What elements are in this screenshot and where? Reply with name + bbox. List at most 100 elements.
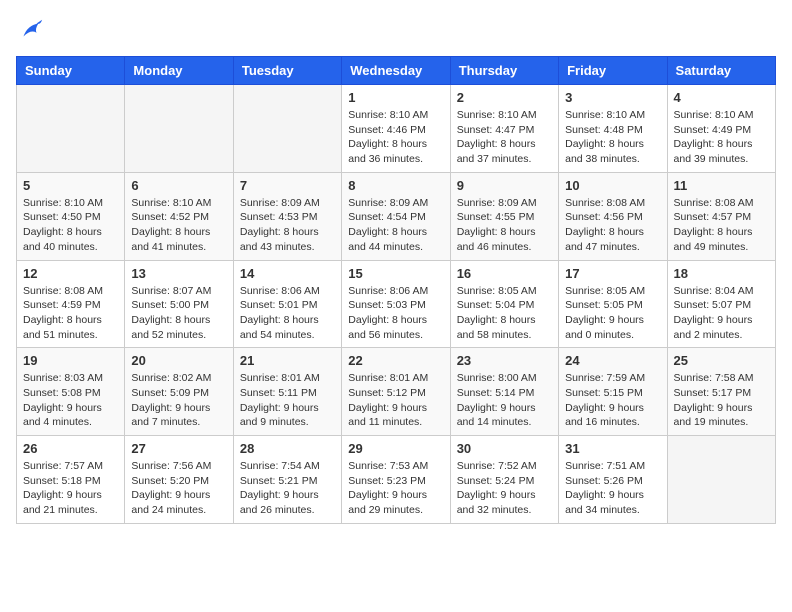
day-info: Sunrise: 8:03 AM Sunset: 5:08 PM Dayligh…	[23, 371, 118, 430]
day-info: Sunrise: 8:10 AM Sunset: 4:47 PM Dayligh…	[457, 108, 552, 167]
calendar-weekday: Tuesday	[233, 57, 341, 85]
calendar-day-cell: 10Sunrise: 8:08 AM Sunset: 4:56 PM Dayli…	[559, 172, 667, 260]
calendar-week-row: 1Sunrise: 8:10 AM Sunset: 4:46 PM Daylig…	[17, 85, 776, 173]
calendar-day-cell: 1Sunrise: 8:10 AM Sunset: 4:46 PM Daylig…	[342, 85, 450, 173]
day-number: 14	[240, 266, 335, 281]
day-info: Sunrise: 7:51 AM Sunset: 5:26 PM Dayligh…	[565, 459, 660, 518]
day-info: Sunrise: 8:05 AM Sunset: 5:05 PM Dayligh…	[565, 284, 660, 343]
day-number: 31	[565, 441, 660, 456]
day-info: Sunrise: 8:10 AM Sunset: 4:48 PM Dayligh…	[565, 108, 660, 167]
day-number: 13	[131, 266, 226, 281]
day-info: Sunrise: 7:59 AM Sunset: 5:15 PM Dayligh…	[565, 371, 660, 430]
calendar-day-cell: 7Sunrise: 8:09 AM Sunset: 4:53 PM Daylig…	[233, 172, 341, 260]
calendar-week-row: 12 Sunrise: 8:08 AM Sunset: 4:59 PM Dayli…	[17, 260, 776, 348]
day-number: 12	[23, 266, 118, 281]
day-info: Sunrise: 8:10 AM Sunset: 4:50 PM Dayligh…	[23, 196, 118, 255]
calendar-day-cell: 28 Sunrise: 7:54 AM Sunset: 5:21 PM Dayli…	[233, 436, 341, 524]
calendar-day-cell: 26 Sunrise: 7:57 AM Sunset: 5:18 PM Dayli…	[17, 436, 125, 524]
calendar-day-cell: 12 Sunrise: 8:08 AM Sunset: 4:59 PM Dayli…	[17, 260, 125, 348]
day-number: 6	[131, 178, 226, 193]
day-info: Sunrise: 8:04 AM Sunset: 5:07 PM Dayligh…	[674, 284, 769, 343]
day-number: 11	[674, 178, 769, 193]
calendar-day-cell: 24 Sunrise: 7:59 AM Sunset: 5:15 PM Dayli…	[559, 348, 667, 436]
day-info: Sunrise: 7:57 AM Sunset: 5:18 PM Dayligh…	[23, 459, 118, 518]
calendar-day-cell: 9 Sunrise: 8:09 AM Sunset: 4:55 PM Daylig…	[450, 172, 558, 260]
day-info: Sunrise: 8:01 AM Sunset: 5:12 PM Dayligh…	[348, 371, 443, 430]
calendar-body: 1Sunrise: 8:10 AM Sunset: 4:46 PM Daylig…	[17, 85, 776, 524]
calendar-day-cell: 17 Sunrise: 8:05 AM Sunset: 5:05 PM Dayli…	[559, 260, 667, 348]
day-info: Sunrise: 7:58 AM Sunset: 5:17 PM Dayligh…	[674, 371, 769, 430]
day-number: 5	[23, 178, 118, 193]
calendar-day-cell: 31 Sunrise: 7:51 AM Sunset: 5:26 PM Dayli…	[559, 436, 667, 524]
calendar-week-row: 26 Sunrise: 7:57 AM Sunset: 5:18 PM Dayli…	[17, 436, 776, 524]
day-info: Sunrise: 8:10 AM Sunset: 4:52 PM Dayligh…	[131, 196, 226, 255]
calendar-day-cell: 25 Sunrise: 7:58 AM Sunset: 5:17 PM Dayli…	[667, 348, 775, 436]
day-number: 24	[565, 353, 660, 368]
day-info: Sunrise: 8:10 AM Sunset: 4:46 PM Dayligh…	[348, 108, 443, 167]
day-info: Sunrise: 8:07 AM Sunset: 5:00 PM Dayligh…	[131, 284, 226, 343]
day-info: Sunrise: 7:52 AM Sunset: 5:24 PM Dayligh…	[457, 459, 552, 518]
calendar-day-cell: 15 Sunrise: 8:06 AM Sunset: 5:03 PM Dayli…	[342, 260, 450, 348]
logo-icon	[16, 16, 44, 44]
day-info: Sunrise: 7:54 AM Sunset: 5:21 PM Dayligh…	[240, 459, 335, 518]
day-number: 19	[23, 353, 118, 368]
day-info: Sunrise: 8:09 AM Sunset: 4:54 PM Dayligh…	[348, 196, 443, 255]
day-info: Sunrise: 8:06 AM Sunset: 5:03 PM Dayligh…	[348, 284, 443, 343]
day-info: Sunrise: 7:53 AM Sunset: 5:23 PM Dayligh…	[348, 459, 443, 518]
day-number: 28	[240, 441, 335, 456]
day-number: 29	[348, 441, 443, 456]
day-number: 4	[674, 90, 769, 105]
day-number: 17	[565, 266, 660, 281]
day-number: 7	[240, 178, 335, 193]
calendar-week-row: 5 Sunrise: 8:10 AM Sunset: 4:50 PM Daylig…	[17, 172, 776, 260]
day-number: 2	[457, 90, 552, 105]
calendar-weekday: Sunday	[17, 57, 125, 85]
day-number: 22	[348, 353, 443, 368]
calendar-day-cell: 27Sunrise: 7:56 AM Sunset: 5:20 PM Dayli…	[125, 436, 233, 524]
calendar-day-cell: 23Sunrise: 8:00 AM Sunset: 5:14 PM Dayli…	[450, 348, 558, 436]
calendar-weekday: Saturday	[667, 57, 775, 85]
calendar-day-cell: 2 Sunrise: 8:10 AM Sunset: 4:47 PM Daylig…	[450, 85, 558, 173]
day-info: Sunrise: 8:08 AM Sunset: 4:59 PM Dayligh…	[23, 284, 118, 343]
logo	[16, 16, 48, 44]
day-info: Sunrise: 8:08 AM Sunset: 4:57 PM Dayligh…	[674, 196, 769, 255]
day-number: 10	[565, 178, 660, 193]
calendar-day-cell: 5 Sunrise: 8:10 AM Sunset: 4:50 PM Daylig…	[17, 172, 125, 260]
page-header	[16, 16, 776, 44]
day-number: 26	[23, 441, 118, 456]
day-info: Sunrise: 8:10 AM Sunset: 4:49 PM Dayligh…	[674, 108, 769, 167]
day-number: 20	[131, 353, 226, 368]
day-info: Sunrise: 8:02 AM Sunset: 5:09 PM Dayligh…	[131, 371, 226, 430]
calendar-weekday: Monday	[125, 57, 233, 85]
calendar-day-cell: 6 Sunrise: 8:10 AM Sunset: 4:52 PM Daylig…	[125, 172, 233, 260]
day-number: 25	[674, 353, 769, 368]
calendar-day-cell: 13 Sunrise: 8:07 AM Sunset: 5:00 PM Dayli…	[125, 260, 233, 348]
day-info: Sunrise: 8:00 AM Sunset: 5:14 PM Dayligh…	[457, 371, 552, 430]
day-info: Sunrise: 7:56 AM Sunset: 5:20 PM Dayligh…	[131, 459, 226, 518]
calendar-weekday: Wednesday	[342, 57, 450, 85]
calendar-day-cell: 8Sunrise: 8:09 AM Sunset: 4:54 PM Daylig…	[342, 172, 450, 260]
day-number: 15	[348, 266, 443, 281]
calendar-day-cell: 20 Sunrise: 8:02 AM Sunset: 5:09 PM Dayli…	[125, 348, 233, 436]
calendar-table: SundayMondayTuesdayWednesdayThursdayFrid…	[16, 56, 776, 524]
calendar-week-row: 19 Sunrise: 8:03 AM Sunset: 5:08 PM Dayli…	[17, 348, 776, 436]
calendar-day-cell: 19 Sunrise: 8:03 AM Sunset: 5:08 PM Dayli…	[17, 348, 125, 436]
calendar-day-cell: 4 Sunrise: 8:10 AM Sunset: 4:49 PM Daylig…	[667, 85, 775, 173]
calendar-weekday: Thursday	[450, 57, 558, 85]
calendar-day-cell: 3 Sunrise: 8:10 AM Sunset: 4:48 PM Daylig…	[559, 85, 667, 173]
day-info: Sunrise: 8:01 AM Sunset: 5:11 PM Dayligh…	[240, 371, 335, 430]
day-number: 3	[565, 90, 660, 105]
day-number: 9	[457, 178, 552, 193]
day-number: 16	[457, 266, 552, 281]
calendar-day-cell	[125, 85, 233, 173]
calendar-day-cell: 14Sunrise: 8:06 AM Sunset: 5:01 PM Dayli…	[233, 260, 341, 348]
calendar-day-cell: 16Sunrise: 8:05 AM Sunset: 5:04 PM Dayli…	[450, 260, 558, 348]
calendar-day-cell	[17, 85, 125, 173]
day-info: Sunrise: 8:09 AM Sunset: 4:55 PM Dayligh…	[457, 196, 552, 255]
day-number: 18	[674, 266, 769, 281]
day-number: 30	[457, 441, 552, 456]
calendar-day-cell: 18 Sunrise: 8:04 AM Sunset: 5:07 PM Dayli…	[667, 260, 775, 348]
day-number: 21	[240, 353, 335, 368]
calendar-day-cell	[667, 436, 775, 524]
calendar-day-cell: 11 Sunrise: 8:08 AM Sunset: 4:57 PM Dayli…	[667, 172, 775, 260]
